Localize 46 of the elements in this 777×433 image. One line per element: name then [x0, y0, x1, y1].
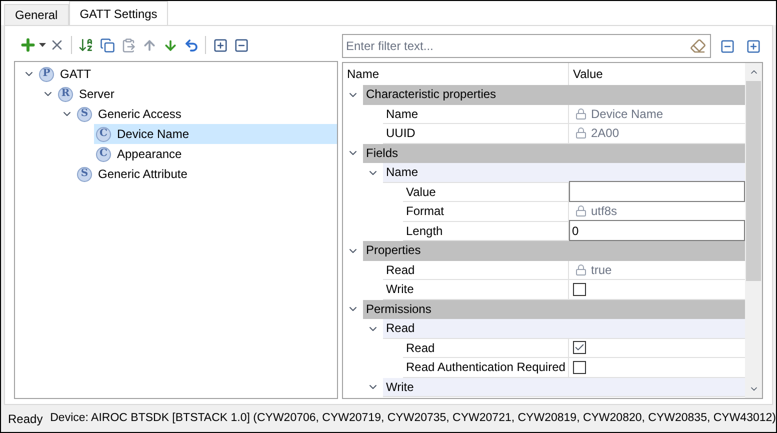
node-type-icon: S	[77, 166, 92, 182]
lock-icon	[575, 108, 587, 120]
checkbox[interactable]	[573, 360, 586, 374]
node-type-icon: R	[58, 86, 73, 102]
property-name: Read	[383, 260, 569, 280]
property-name: Value	[403, 182, 569, 202]
subgroup-header: Name	[383, 163, 745, 182]
value-input[interactable]: 0	[569, 220, 745, 242]
clear-filter-icon[interactable]	[690, 38, 706, 54]
group-header: Properties	[363, 241, 745, 260]
tree-item[interactable]: S Generic Access	[75, 104, 337, 124]
tab[interactable]: General	[4, 4, 69, 25]
property-name: Name	[383, 104, 569, 124]
lock-icon	[575, 127, 587, 140]
node-type-icon: P	[39, 66, 54, 82]
group-header: Fields	[363, 144, 745, 163]
lock-icon	[575, 264, 587, 276]
value-text: 2A00	[591, 125, 620, 142]
group-header: Permissions	[363, 300, 745, 319]
column-header[interactable]: Value	[569, 63, 745, 85]
lock-icon	[575, 205, 587, 218]
node-type-icon: C	[96, 146, 111, 162]
tree-item[interactable]: P GATT	[37, 64, 337, 84]
caret-icon[interactable]	[39, 43, 46, 47]
property-name: Read	[403, 338, 569, 358]
tree-item[interactable]: S Generic Attribute	[75, 164, 337, 184]
value-input[interactable]	[569, 181, 745, 202]
node-type-icon: S	[77, 106, 92, 122]
subgroup-header: Read	[383, 319, 745, 338]
node-type-icon: C	[96, 126, 111, 142]
subgroup-header: Write	[383, 378, 745, 397]
value-text: Device Name	[591, 106, 664, 123]
checkbox[interactable]	[573, 341, 586, 354]
property-name: Format	[403, 202, 569, 222]
tab[interactable]: GATT Settings	[68, 1, 168, 25]
scrollbar[interactable]	[745, 63, 762, 398]
value-text: utf8s	[591, 203, 618, 220]
value-text: true	[591, 262, 612, 279]
group-header: Characteristic properties	[363, 85, 745, 104]
tree-item[interactable]: R Server	[56, 84, 337, 104]
checkbox[interactable]	[573, 282, 586, 296]
tree-item[interactable]: C Appearance	[94, 144, 337, 164]
status-text: Ready	[7, 410, 44, 428]
tree-item[interactable]: C Device Name	[94, 124, 337, 144]
filter-field[interactable]: Enter filter text...	[342, 34, 711, 58]
device-text: Device: AIROC BTSDK [BTSTACK 1.0] (CYW20706, CYW20719, CYW20735, CYW20721, CYW20819, CYW20820, CYW20835, CYW43012)	[50, 410, 776, 426]
